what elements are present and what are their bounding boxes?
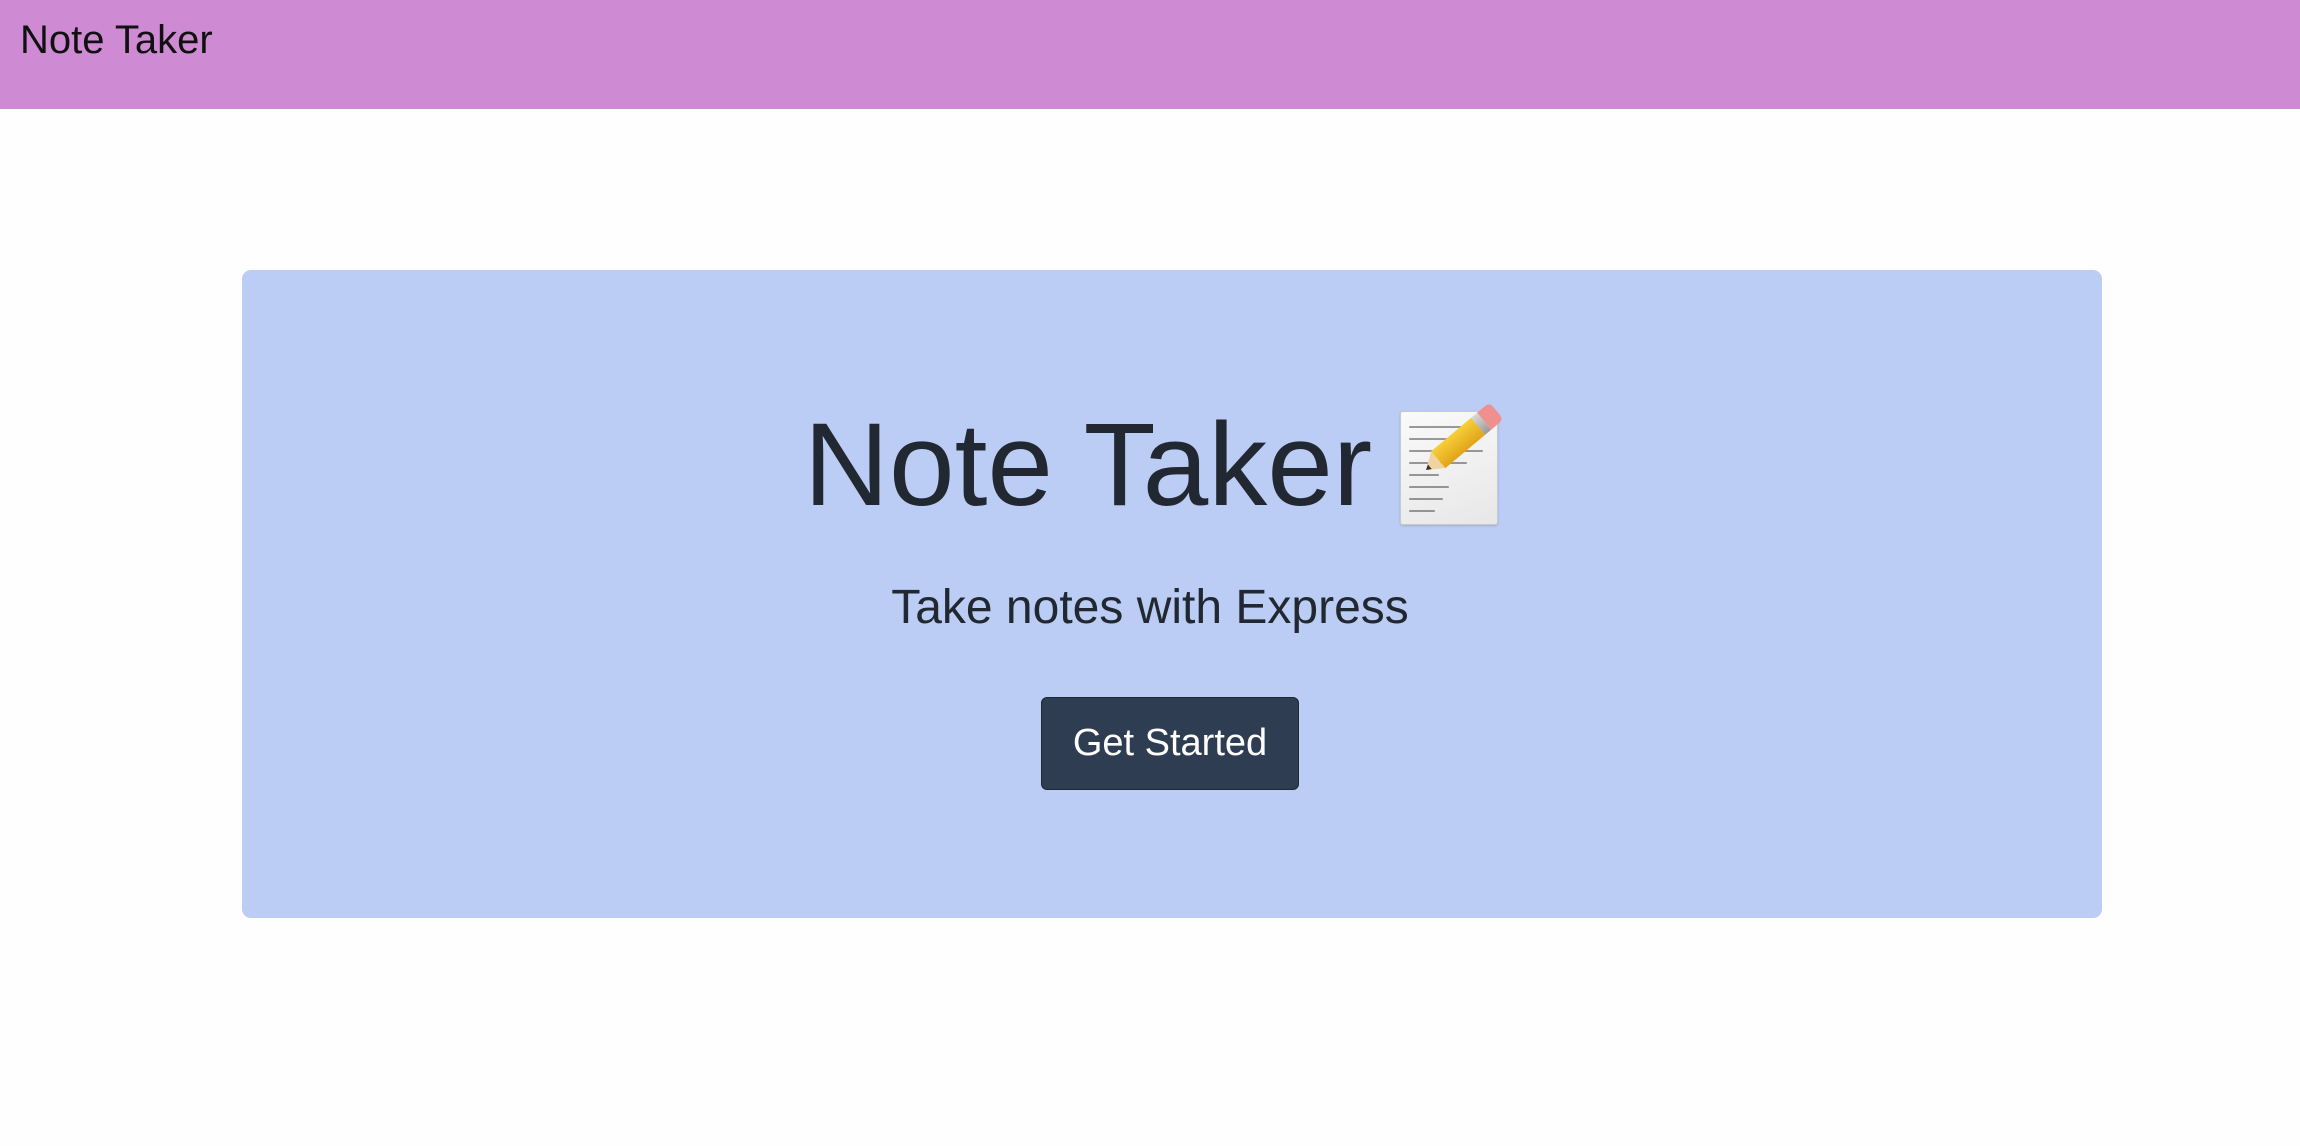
memo-pencil-icon — [1400, 402, 1504, 525]
navbar: Note Taker — [0, 0, 2300, 109]
hero-subtitle: Take notes with Express — [891, 581, 1409, 634]
hero-title: Note Taker — [803, 399, 1373, 531]
get-started-button[interactable]: Get Started — [1041, 697, 1299, 790]
navbar-brand[interactable]: Note Taker — [20, 14, 213, 66]
hero-title-row: Note Taker — [0, 395, 2300, 535]
